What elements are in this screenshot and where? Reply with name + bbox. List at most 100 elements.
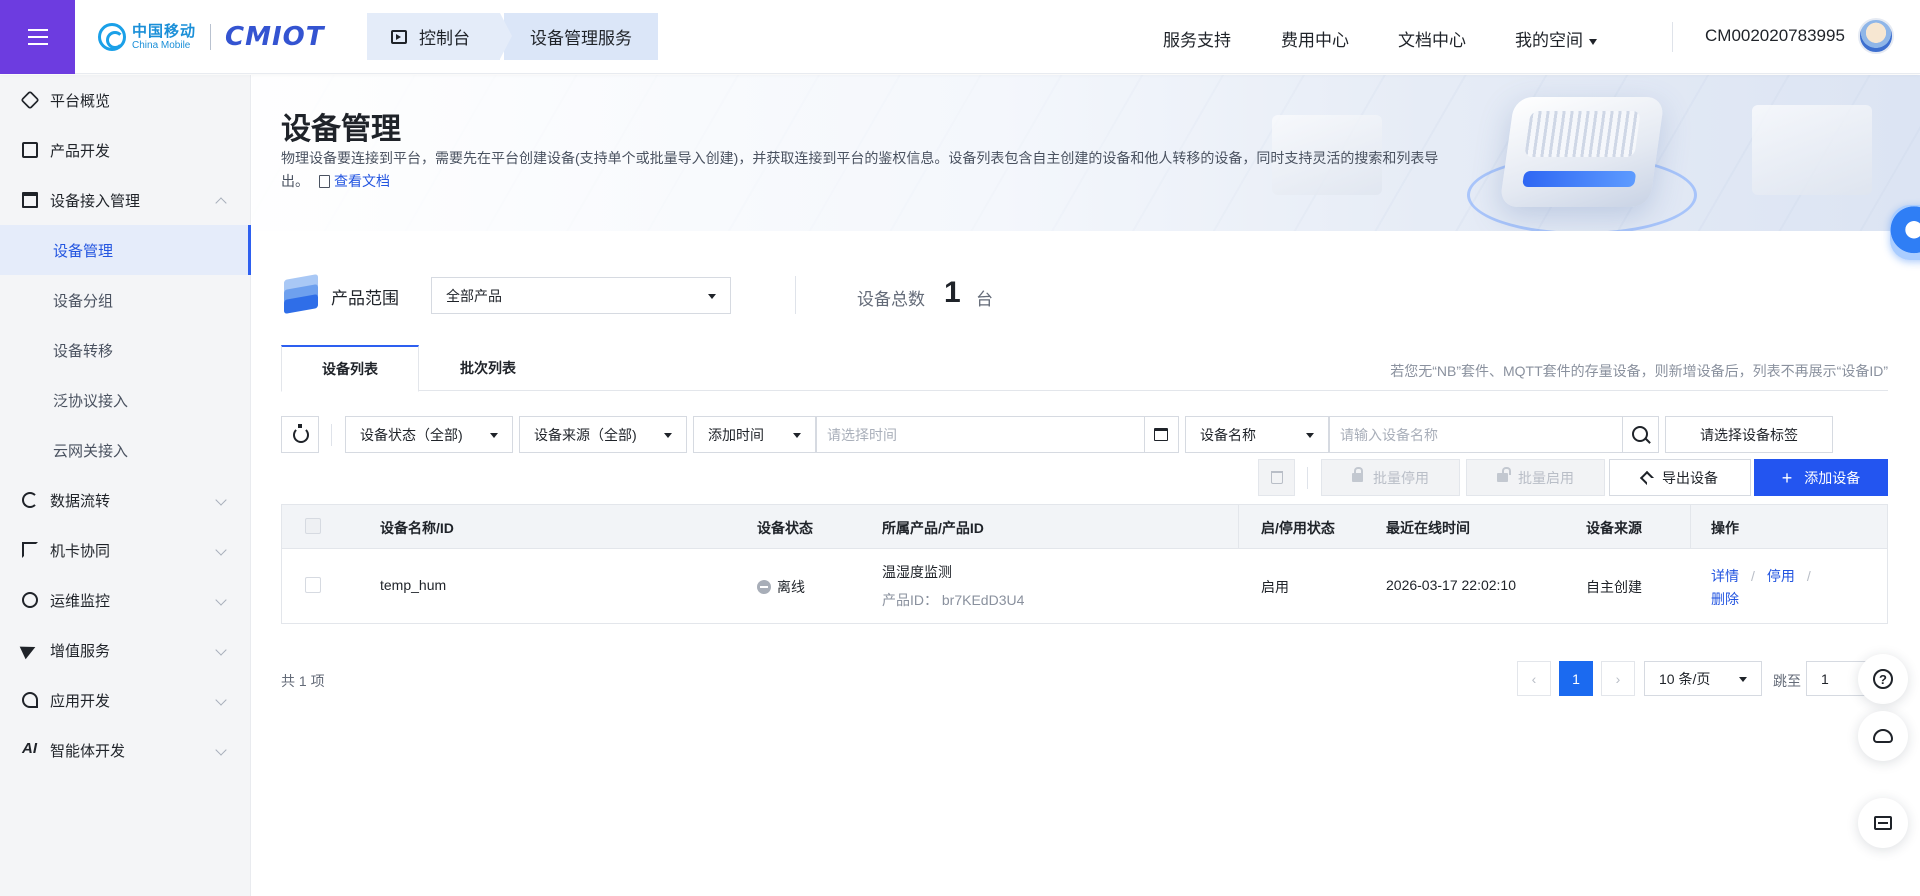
top-header: 中国移动 China Mobile CMIOT 控制台 设备管理服务 服务支持 …: [0, 0, 1920, 74]
sidebar-sub-device-management[interactable]: 设备管理: [0, 225, 251, 275]
tab-device-list[interactable]: 设备列表: [281, 345, 419, 392]
device-source: 自主创建: [1586, 579, 1642, 595]
product-name[interactable]: 温湿度监测: [882, 562, 952, 582]
nav-billing-center[interactable]: 费用中心: [1281, 26, 1349, 51]
device-name-placeholder: 请输入设备名称: [1340, 426, 1438, 443]
avatar[interactable]: [1858, 18, 1894, 54]
col-device-status[interactable]: 设备状态: [757, 518, 813, 538]
export-icon: [1639, 470, 1655, 485]
sidebar-item-value-added[interactable]: 增值服务: [0, 625, 251, 675]
header-divider: [1672, 22, 1673, 52]
tab-batch-list[interactable]: 批次列表: [419, 345, 557, 391]
assistant-robot-icon[interactable]: [1890, 205, 1920, 260]
disable-link[interactable]: 停用: [1767, 568, 1795, 584]
device-name-input[interactable]: 请输入设备名称: [1329, 416, 1623, 453]
nav-my-space[interactable]: 我的空间: [1515, 26, 1597, 51]
delete-link[interactable]: 删除: [1711, 591, 1739, 607]
sidebar-item-label: 设备接入管理: [50, 192, 141, 210]
sidebar-item-card-sync[interactable]: 机卡协同: [0, 525, 251, 575]
account-id[interactable]: CM002020783995: [1705, 26, 1845, 46]
page-1-button[interactable]: 1: [1559, 661, 1593, 696]
product-scope-label: 产品范围: [331, 289, 399, 308]
sidebar-sub-cloud-gateway[interactable]: 云网关接入: [0, 425, 251, 475]
sidebar-sub-device-group[interactable]: 设备分组: [0, 275, 251, 325]
caret-down-icon: [793, 433, 801, 438]
sidebar-item-ai-agent[interactable]: AI 智能体开发: [0, 725, 251, 775]
time-range-input[interactable]: 请选择时间: [816, 416, 1145, 453]
sidebar-sub-device-transfer[interactable]: 设备转移: [0, 325, 251, 375]
search-field-select[interactable]: 设备名称: [1185, 416, 1329, 453]
sidebar-item-label: 应用开发: [50, 692, 111, 710]
trash-icon: [1270, 471, 1283, 484]
detail-link[interactable]: 详情: [1711, 568, 1739, 584]
total-items-text: 共 1 项: [281, 673, 325, 689]
goto-page-input[interactable]: 1: [1806, 661, 1866, 696]
sidebar-item-product-dev[interactable]: 产品开发: [0, 125, 251, 175]
logo[interactable]: 中国移动 China Mobile CMIOT: [98, 22, 324, 52]
sidebar-item-label: 运维监控: [50, 592, 111, 610]
page-size-select[interactable]: 10 条/页: [1644, 661, 1762, 696]
menu-icon: [27, 29, 48, 45]
sidebar-item-ops-monitor[interactable]: 运维监控: [0, 575, 251, 625]
crumb-device-service-label: 设备管理服务: [530, 29, 632, 48]
col-last-online[interactable]: 最近在线时间: [1386, 518, 1470, 538]
table-header: 设备名称/ID 设备状态 所属产品/产品ID 启/停用状态 最近在线时间 设备来…: [282, 505, 1887, 549]
page-size-value: 10 条/页: [1659, 670, 1711, 687]
view-docs-link[interactable]: 查看文档: [334, 173, 390, 189]
tab-hint-text: 若您无“NB”套件、MQTT套件的存量设备，则新增设备后，列表不再展示“设备ID…: [1390, 363, 1888, 379]
sidebar-item-overview[interactable]: 平台概览: [0, 75, 251, 125]
time-field-value: 添加时间: [708, 426, 764, 443]
help-button[interactable]: ?: [1858, 654, 1908, 704]
console-icon: [391, 29, 407, 44]
device-tag-select[interactable]: 请选择设备标签: [1665, 416, 1833, 453]
page-title: 设备管理: [281, 113, 401, 146]
op-separator: /: [1806, 568, 1811, 584]
batch-enable-button[interactable]: 批量启用: [1466, 459, 1605, 496]
col-enable-state[interactable]: 启/停用状态: [1261, 518, 1335, 538]
export-devices-button[interactable]: 导出设备: [1609, 459, 1751, 496]
sidebar-item-label: 产品开发: [50, 142, 111, 160]
device-name[interactable]: temp_hum: [380, 577, 446, 593]
col-source[interactable]: 设备来源: [1586, 518, 1642, 538]
china-mobile-logo-icon: [98, 23, 126, 51]
add-device-button[interactable]: + 添加设备: [1754, 459, 1888, 496]
list-tabs: 设备列表 批次列表 若您无“NB”套件、MQTT套件的存量设备，则新增设备后，列…: [281, 345, 1888, 392]
batch-disable-button[interactable]: 批量停用: [1321, 459, 1460, 496]
nav-service-support[interactable]: 服务支持: [1163, 26, 1231, 51]
sidebar-item-device-access[interactable]: 设备接入管理: [0, 175, 251, 225]
device-source-select[interactable]: 设备来源（全部): [519, 416, 687, 453]
col-device-name[interactable]: 设备名称/ID: [380, 518, 454, 538]
crumb-device-service[interactable]: 设备管理服务: [504, 13, 658, 60]
chevron-down-icon: [215, 494, 227, 506]
refresh-button[interactable]: [281, 416, 319, 453]
banner-device-illustration: [1499, 97, 1665, 207]
chevron-down-icon: [215, 594, 227, 606]
sidebar-sub-protocol-access[interactable]: 泛协议接入: [0, 375, 251, 425]
next-page-button[interactable]: ›: [1601, 661, 1635, 696]
col-product[interactable]: 所属产品/产品ID: [882, 518, 984, 538]
sidebar-item-app-dev[interactable]: 应用开发: [0, 675, 251, 725]
product-scope-select[interactable]: 全部产品: [431, 277, 731, 314]
time-field-select[interactable]: 添加时间: [693, 416, 816, 453]
cloud-service-button[interactable]: [1858, 711, 1908, 761]
device-status-select[interactable]: 设备状态（全部): [345, 416, 513, 453]
caret-down-icon: [1739, 677, 1747, 682]
nav-docs-center[interactable]: 文档中心: [1398, 26, 1466, 51]
product-id-label: 产品ID：: [882, 592, 938, 608]
prev-page-button[interactable]: ‹: [1517, 661, 1551, 696]
device-access-icon: [22, 192, 38, 208]
sidebar-item-data-flow[interactable]: 数据流转: [0, 475, 251, 525]
calendar-button[interactable]: [1144, 416, 1179, 453]
batch-enable-label: 批量启用: [1518, 469, 1574, 486]
search-button[interactable]: [1622, 416, 1659, 453]
hamburger-menu-button[interactable]: [0, 0, 75, 74]
breadcrumb: 控制台 设备管理服务: [367, 13, 658, 60]
cloud-icon: [1873, 729, 1893, 743]
batch-delete-button[interactable]: [1258, 459, 1295, 496]
calendar-icon: [1154, 428, 1168, 441]
row-checkbox[interactable]: [305, 577, 321, 593]
select-all-checkbox[interactable]: [305, 518, 321, 534]
send-icon: [19, 640, 39, 660]
crumb-console[interactable]: 控制台: [367, 13, 512, 60]
feedback-button[interactable]: [1858, 798, 1908, 848]
